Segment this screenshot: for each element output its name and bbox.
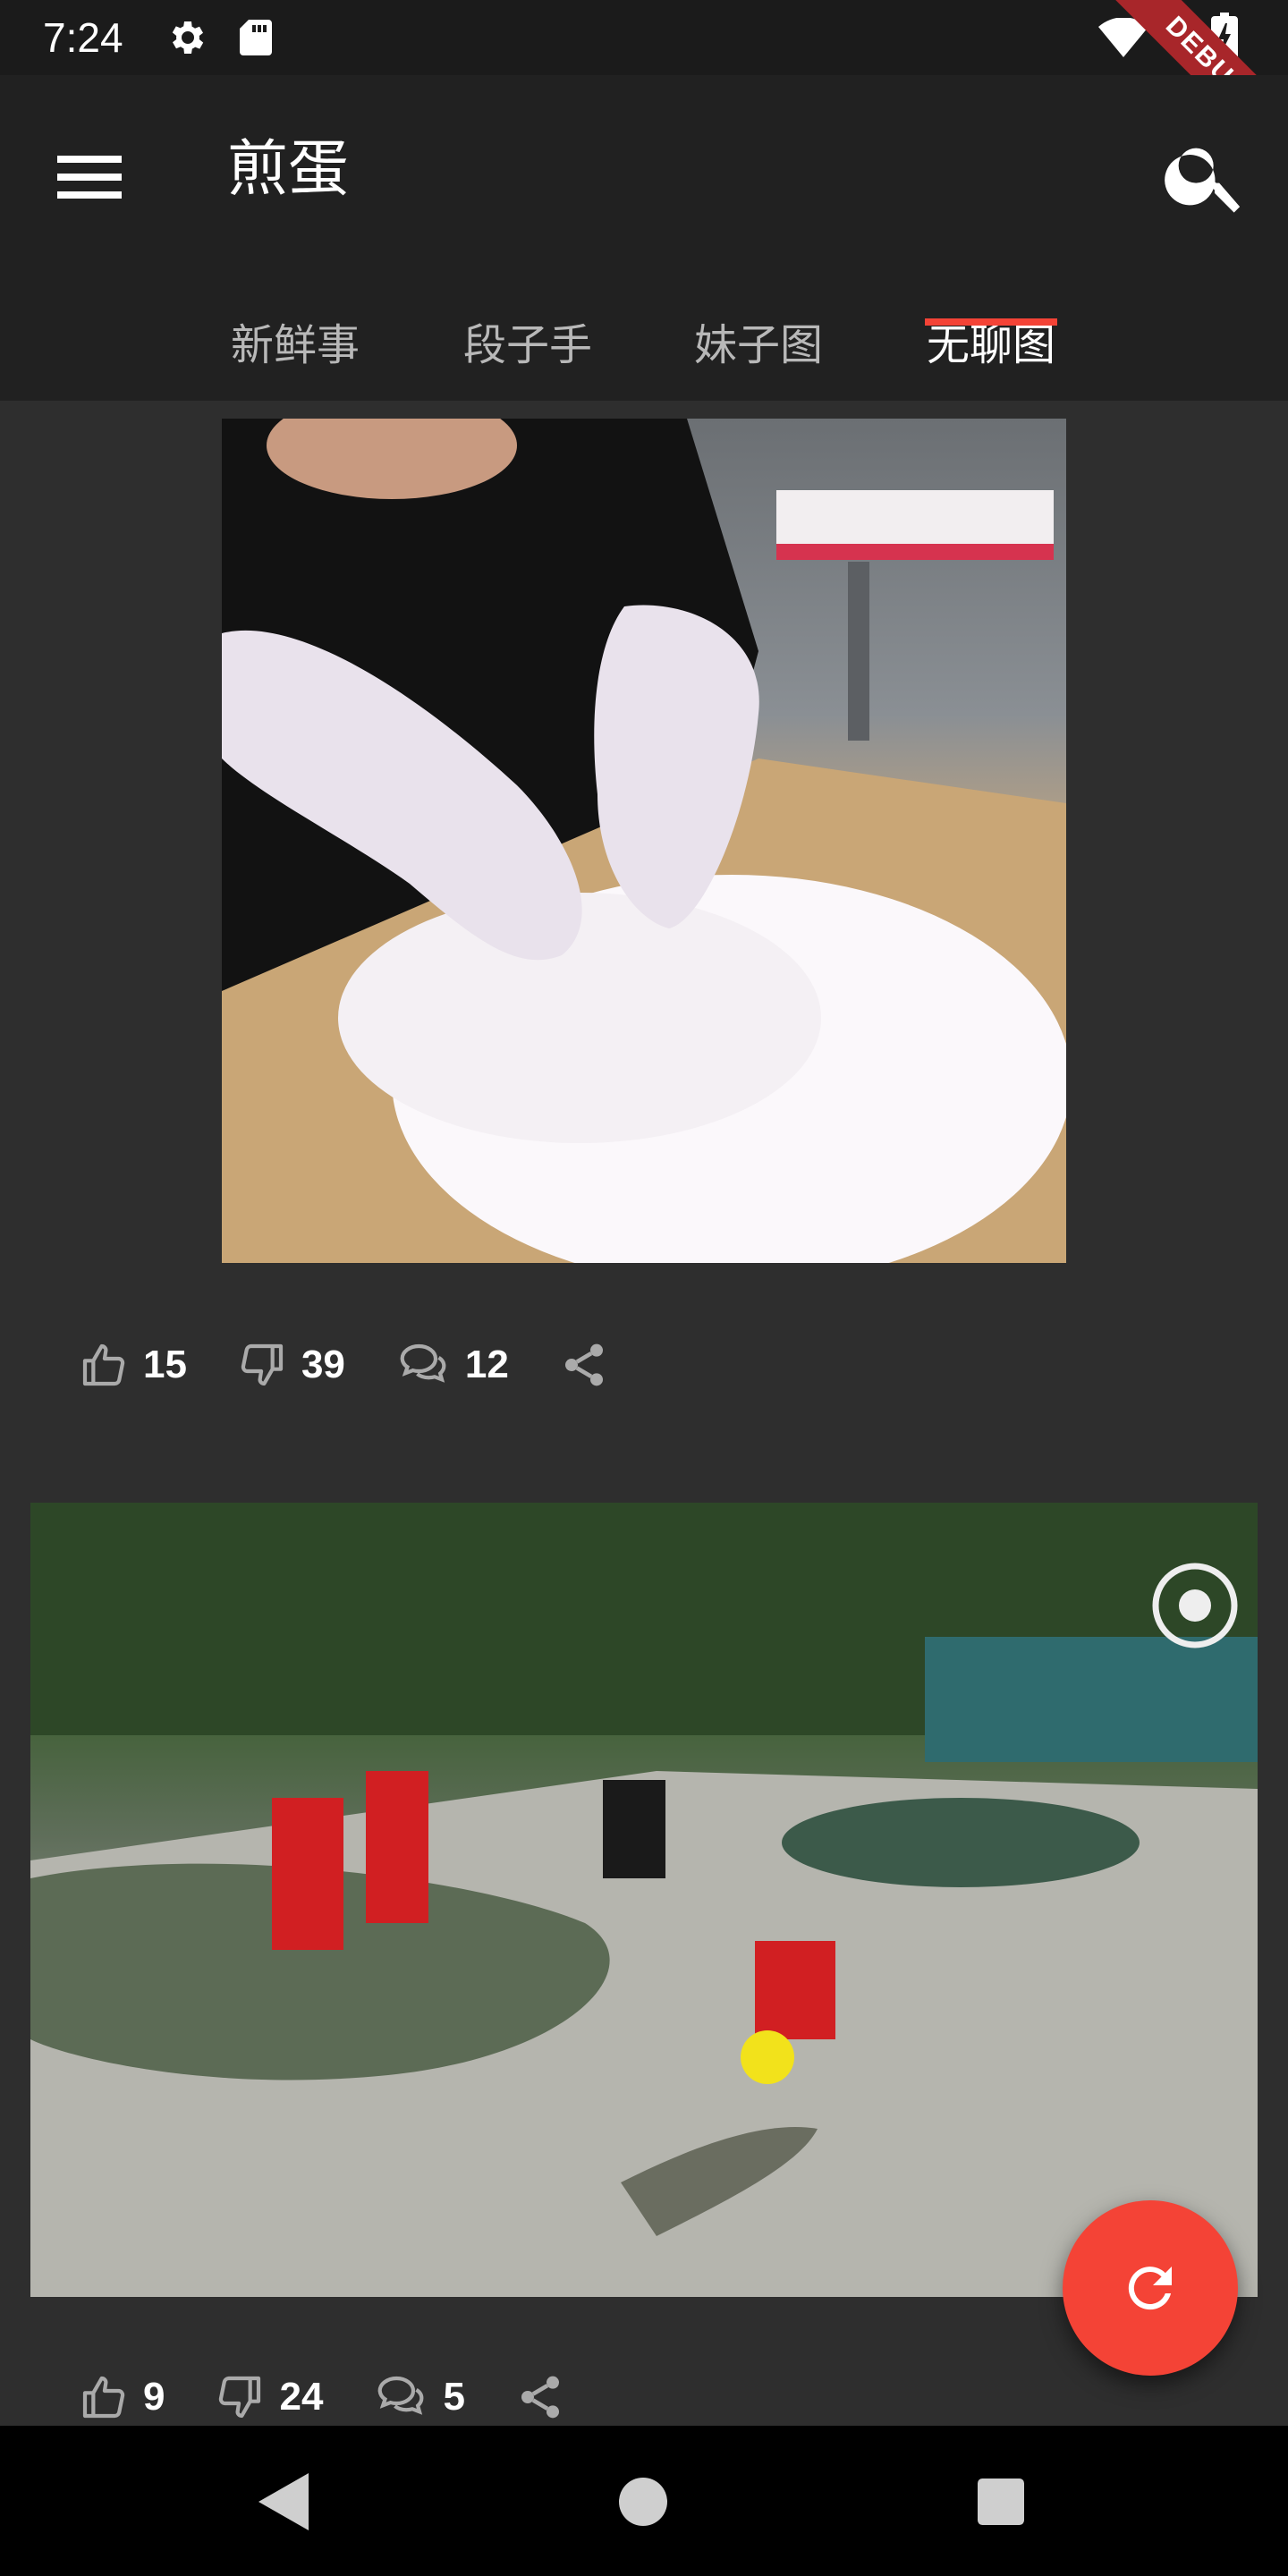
search-icon (1165, 148, 1241, 213)
comment-button[interactable]: 5 (373, 2372, 465, 2422)
recents-icon (978, 2479, 1024, 2525)
thumbs-down-icon (219, 2376, 261, 2419)
nav-back-button[interactable] (245, 2462, 326, 2542)
settings-icon (165, 16, 208, 63)
share-icon (521, 2376, 559, 2419)
refresh-button[interactable] (1063, 2200, 1238, 2376)
post-image-1[interactable] (222, 419, 1066, 1263)
thumbs-up-icon (82, 2376, 125, 2419)
sd-card-icon (234, 16, 274, 63)
back-icon (258, 2473, 309, 2530)
comment-button[interactable]: 12 (395, 1340, 509, 1390)
post-image-2[interactable] (30, 1503, 1258, 2297)
system-nav-bar (0, 2426, 1288, 2576)
share-button[interactable] (515, 2372, 580, 2422)
tab-bar: 新鲜事 段子手 妹子图 无聊图 (0, 290, 1288, 401)
tab-jokes[interactable]: 段子手 (429, 290, 626, 401)
share-icon (564, 1343, 603, 1386)
share-button[interactable] (559, 1340, 623, 1390)
comment-count: 5 (443, 2375, 465, 2419)
like-count: 15 (143, 1343, 187, 1386)
dislike-button[interactable]: 24 (215, 2372, 323, 2422)
menu-icon (57, 156, 122, 199)
dislike-count: 39 (301, 1343, 345, 1386)
tab-fresh-news[interactable]: 新鲜事 (197, 290, 394, 401)
refresh-icon (1128, 2267, 1172, 2310)
status-bar: 7:24 DEBUG (0, 0, 1288, 171)
thumbs-down-icon (241, 1343, 284, 1386)
comment-count: 12 (464, 1343, 509, 1386)
app-bar: 煎蛋 新鲜事 段子手 妹子图 无聊图 (0, 75, 1288, 401)
thumbs-up-icon (82, 1343, 125, 1386)
tab-girl-pics[interactable]: 妹子图 (660, 290, 857, 401)
nav-home-button[interactable] (603, 2462, 683, 2542)
search-button[interactable] (1159, 129, 1252, 222)
page-title: 煎蛋 (227, 134, 350, 205)
menu-button[interactable] (47, 134, 132, 220)
dislike-count: 24 (279, 2375, 324, 2419)
active-tab-indicator (925, 318, 1057, 326)
like-button[interactable]: 9 (79, 2372, 165, 2422)
comment-icon (400, 1343, 446, 1383)
like-button[interactable]: 15 (79, 1340, 187, 1390)
nav-recents-button[interactable] (961, 2462, 1041, 2542)
post-actions-1: 15 39 12 (79, 1320, 674, 1410)
like-count: 9 (143, 2375, 165, 2419)
comment-icon (378, 2376, 424, 2415)
home-icon (619, 2478, 667, 2526)
status-time: 7:24 (43, 14, 123, 61)
tab-boring-pics[interactable]: 无聊图 (893, 290, 1089, 401)
dislike-button[interactable]: 39 (237, 1340, 345, 1390)
